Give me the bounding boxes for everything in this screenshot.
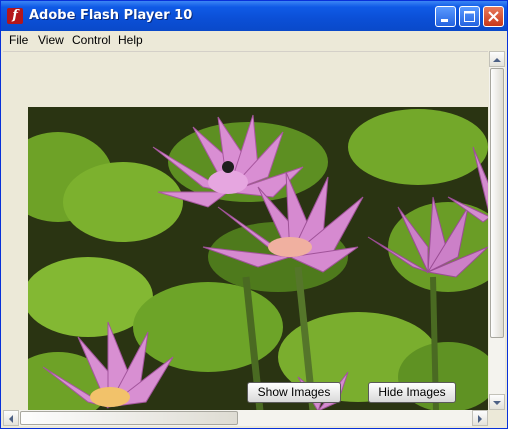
menu-help[interactable]: Help [118, 33, 143, 47]
maximize-button[interactable] [459, 6, 480, 27]
minimize-icon [441, 19, 448, 22]
menu-control[interactable]: Control [72, 33, 111, 47]
scrollbar-corner [489, 410, 505, 426]
vertical-scrollbar[interactable] [489, 51, 505, 410]
show-images-button[interactable]: Show Images [247, 382, 341, 403]
scroll-up-arrow-icon [493, 58, 501, 62]
flash-app-icon: f [7, 8, 23, 24]
minimize-button[interactable] [435, 6, 456, 27]
hide-images-button[interactable]: Hide Images [368, 382, 456, 403]
horizontal-scroll-thumb[interactable] [20, 411, 238, 425]
scroll-right-arrow-icon [478, 415, 482, 423]
scroll-up-button[interactable] [489, 51, 505, 67]
maximize-icon [464, 11, 475, 22]
scroll-down-button[interactable] [489, 394, 505, 410]
scroll-left-button[interactable] [3, 410, 19, 426]
scroll-left-arrow-icon [9, 415, 13, 423]
water-lily-photo [28, 107, 488, 411]
scroll-right-button[interactable] [472, 410, 488, 426]
app-window: f Adobe Flash Player 10 File View Contro… [0, 0, 508, 429]
flash-stage: Show Images Hide Images [3, 51, 488, 411]
lily-illustration [28, 107, 488, 411]
close-button[interactable] [483, 6, 504, 27]
vertical-scroll-thumb[interactable] [490, 68, 504, 338]
scroll-down-arrow-icon [493, 401, 501, 405]
menu-bar: File View Control Help [1, 31, 507, 50]
title-bar[interactable]: f Adobe Flash Player 10 [1, 1, 507, 31]
menu-file[interactable]: File [9, 33, 28, 47]
window-title: Adobe Flash Player 10 [29, 8, 193, 23]
menu-view[interactable]: View [38, 33, 64, 47]
horizontal-scrollbar[interactable] [3, 410, 488, 426]
close-icon [488, 11, 499, 22]
